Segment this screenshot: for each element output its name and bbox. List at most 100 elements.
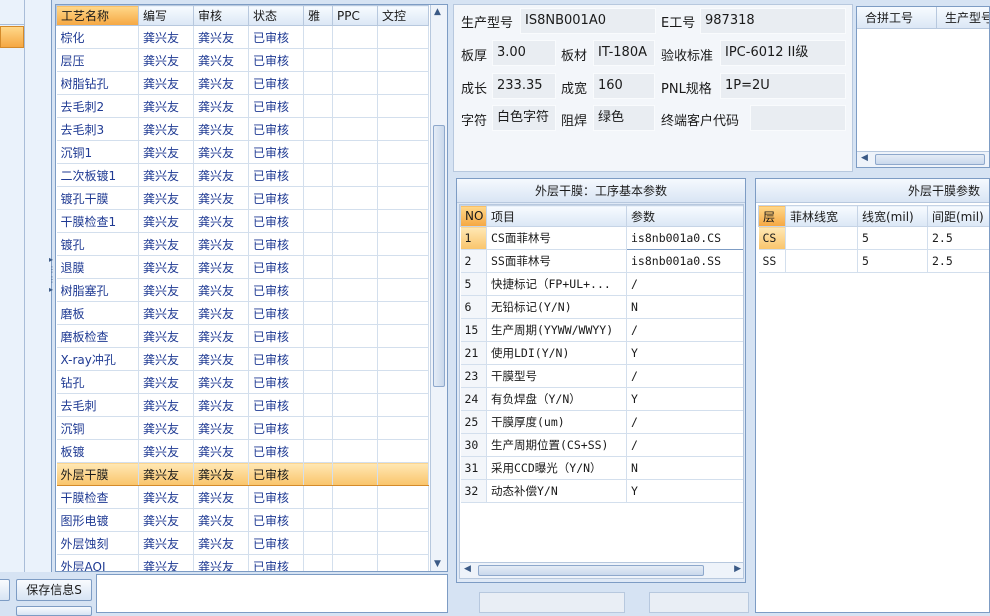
doc-control-cell[interactable] xyxy=(378,325,429,348)
status-cell[interactable]: 已审核 xyxy=(249,187,304,210)
doc-control-cell[interactable] xyxy=(378,187,429,210)
process-row[interactable]: 沉铜1龚兴友龚兴友已审核 xyxy=(57,141,429,164)
dry-film-param-row[interactable]: 6无铅标记(Y/N)N xyxy=(461,296,745,319)
ppc-cell[interactable] xyxy=(333,348,378,371)
process-name-cell[interactable]: 镀孔干膜 xyxy=(57,187,139,210)
scrollbar-thumb[interactable] xyxy=(875,154,985,165)
status-cell[interactable]: 已审核 xyxy=(249,279,304,302)
process-row[interactable]: X-ray冲孔龚兴友龚兴友已审核 xyxy=(57,348,429,371)
ya-cell[interactable] xyxy=(304,555,333,573)
param-item-cell[interactable]: 生产周期位置(CS+SS) xyxy=(487,434,627,457)
param-value-cell[interactable]: Y xyxy=(627,388,745,411)
dry-film-param-row[interactable]: 1CS面菲林号is8nb001a0.CS xyxy=(461,227,745,250)
param-value-cell[interactable]: Y xyxy=(627,480,745,503)
param-value-cell[interactable]: / xyxy=(627,319,745,342)
process-name-cell[interactable]: 棕化 xyxy=(57,26,139,49)
ppc-cell[interactable] xyxy=(333,509,378,532)
process-row[interactable]: 外层干膜龚兴友龚兴友已审核 xyxy=(57,463,429,486)
column-header-doc-control[interactable]: 文控 xyxy=(378,6,429,26)
status-cell[interactable]: 已审核 xyxy=(249,325,304,348)
column-header-process-name[interactable]: 工艺名称 xyxy=(57,6,139,26)
character-field[interactable]: 白色字符 xyxy=(492,105,556,131)
ppc-cell[interactable] xyxy=(333,256,378,279)
process-row[interactable]: 镀孔龚兴友龚兴友已审核 xyxy=(57,233,429,256)
status-cell[interactable]: 已审核 xyxy=(249,118,304,141)
writer-cell[interactable]: 龚兴友 xyxy=(139,49,194,72)
ya-cell[interactable] xyxy=(304,95,333,118)
width-field[interactable]: 160 xyxy=(593,73,655,99)
param-item-cell[interactable]: 动态补偿Y/N xyxy=(487,480,627,503)
ya-cell[interactable] xyxy=(304,256,333,279)
ppc-cell[interactable] xyxy=(333,555,378,573)
ya-cell[interactable] xyxy=(304,26,333,49)
param-no-cell[interactable]: 15 xyxy=(461,319,487,342)
reviewer-cell[interactable]: 龚兴友 xyxy=(194,233,249,256)
dry-film-grid-hscrollbar[interactable]: ◀ ▶ xyxy=(460,562,744,578)
ppc-cell[interactable] xyxy=(333,72,378,95)
status-cell[interactable]: 已审核 xyxy=(249,532,304,555)
dry-film-param-row[interactable]: 24有负焊盘（Y/N）Y xyxy=(461,388,745,411)
ppc-cell[interactable] xyxy=(333,26,378,49)
param-value-cell[interactable]: / xyxy=(627,365,745,388)
ya-cell[interactable] xyxy=(304,486,333,509)
status-cell[interactable]: 已审核 xyxy=(249,509,304,532)
ya-cell[interactable] xyxy=(304,371,333,394)
process-name-cell[interactable]: 干膜检查 xyxy=(57,486,139,509)
spacing-cell[interactable]: 2.5 xyxy=(928,227,990,250)
film-line-width-cell[interactable] xyxy=(786,250,858,273)
reviewer-cell[interactable]: 龚兴友 xyxy=(194,49,249,72)
outer-film-row[interactable]: CS52.5 xyxy=(759,227,990,250)
column-header-layer[interactable]: 层 xyxy=(759,206,786,227)
ppc-cell[interactable] xyxy=(333,394,378,417)
ppc-cell[interactable] xyxy=(333,233,378,256)
dry-film-param-row[interactable]: 15生产周期(YYWW/WWYY)/ xyxy=(461,319,745,342)
process-row[interactable]: 去毛刺龚兴友龚兴友已审核 xyxy=(57,394,429,417)
ppc-cell[interactable] xyxy=(333,486,378,509)
doc-control-cell[interactable] xyxy=(378,509,429,532)
length-field[interactable]: 233.35 xyxy=(492,73,556,99)
ppc-cell[interactable] xyxy=(333,417,378,440)
writer-cell[interactable]: 龚兴友 xyxy=(139,26,194,49)
ya-cell[interactable] xyxy=(304,325,333,348)
ppc-cell[interactable] xyxy=(333,210,378,233)
writer-cell[interactable]: 龚兴友 xyxy=(139,210,194,233)
writer-cell[interactable]: 龚兴友 xyxy=(139,440,194,463)
doc-control-cell[interactable] xyxy=(378,72,429,95)
pnl-field[interactable]: 1P=2U xyxy=(720,73,846,99)
process-row[interactable]: 镀孔干膜龚兴友龚兴友已审核 xyxy=(57,187,429,210)
reviewer-cell[interactable]: 龚兴友 xyxy=(194,302,249,325)
param-item-cell[interactable]: 快捷标记（FP+UL+... xyxy=(487,273,627,296)
doc-control-cell[interactable] xyxy=(378,118,429,141)
column-header-status[interactable]: 状态 xyxy=(249,6,304,26)
film-line-width-cell[interactable] xyxy=(786,227,858,250)
standard-field[interactable]: IPC-6012 II级 xyxy=(720,40,846,66)
left-nav-selected-item[interactable] xyxy=(0,26,24,48)
left-edge-button[interactable] xyxy=(0,579,10,601)
ya-cell[interactable] xyxy=(304,417,333,440)
process-name-cell[interactable]: 去毛刺3 xyxy=(57,118,139,141)
bottom-field-1[interactable] xyxy=(479,592,625,613)
process-row[interactable]: 磨板检查龚兴友龚兴友已审核 xyxy=(57,325,429,348)
reviewer-cell[interactable]: 龚兴友 xyxy=(194,555,249,573)
reviewer-cell[interactable]: 龚兴友 xyxy=(194,164,249,187)
dry-film-param-row[interactable]: 5快捷标记（FP+UL+.../ xyxy=(461,273,745,296)
ya-cell[interactable] xyxy=(304,49,333,72)
column-header-line-width-mil[interactable]: 线宽(mil) xyxy=(858,206,928,227)
ppc-cell[interactable] xyxy=(333,532,378,555)
reviewer-cell[interactable]: 龚兴友 xyxy=(194,210,249,233)
status-cell[interactable]: 已审核 xyxy=(249,210,304,233)
doc-control-cell[interactable] xyxy=(378,95,429,118)
ppc-cell[interactable] xyxy=(333,279,378,302)
ya-cell[interactable] xyxy=(304,440,333,463)
reviewer-cell[interactable]: 龚兴友 xyxy=(194,394,249,417)
line-width-cell[interactable]: 5 xyxy=(858,227,928,250)
process-name-cell[interactable]: 磨板检查 xyxy=(57,325,139,348)
reviewer-cell[interactable]: 龚兴友 xyxy=(194,72,249,95)
reviewer-cell[interactable]: 龚兴友 xyxy=(194,26,249,49)
doc-control-cell[interactable] xyxy=(378,463,429,486)
ya-cell[interactable] xyxy=(304,302,333,325)
param-no-cell[interactable]: 25 xyxy=(461,411,487,434)
dry-film-param-row[interactable]: 25干膜厚度(um)/ xyxy=(461,411,745,434)
ppc-cell[interactable] xyxy=(333,440,378,463)
param-item-cell[interactable]: 采用CCD曝光（Y/N） xyxy=(487,457,627,480)
